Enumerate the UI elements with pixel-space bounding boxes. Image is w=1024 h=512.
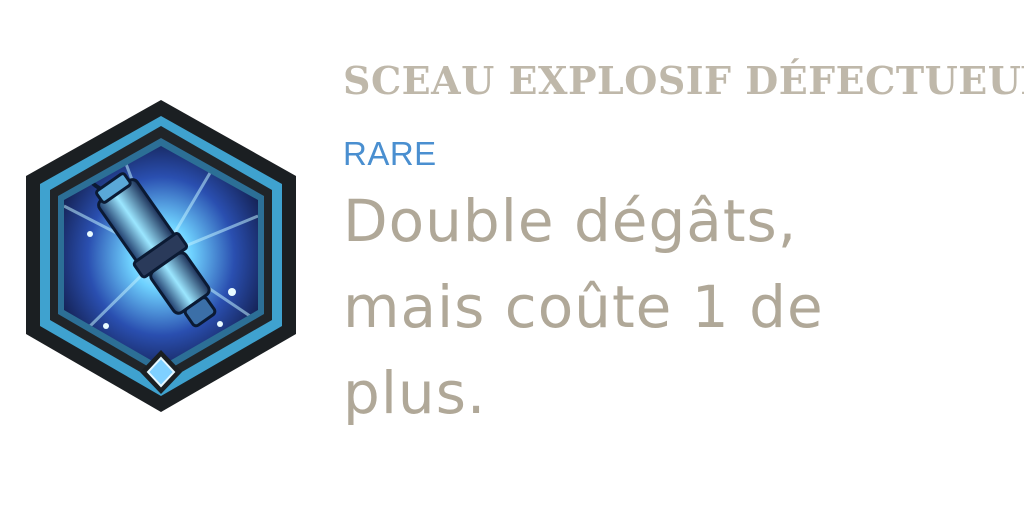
description-line: mais coûte 1 de [343, 273, 824, 341]
rarity-label: RARE [343, 135, 437, 172]
description-line: Double dégâts, [343, 187, 798, 255]
augment-description: Double dégâts, mais coûte 1 de plus. [343, 178, 1013, 436]
augment-badge [20, 96, 302, 418]
faulty-explosive-seal-icon [26, 100, 296, 412]
description-line: plus. [343, 359, 487, 427]
augment-info: SCEAU EXPLOSIF DÉFECTUEUX RARE Double dé… [343, 56, 1024, 436]
augment-card[interactable]: SCEAU EXPLOSIF DÉFECTUEUX RARE Double dé… [0, 0, 1024, 512]
augment-title: SCEAU EXPLOSIF DÉFECTUEUX [343, 58, 1024, 103]
